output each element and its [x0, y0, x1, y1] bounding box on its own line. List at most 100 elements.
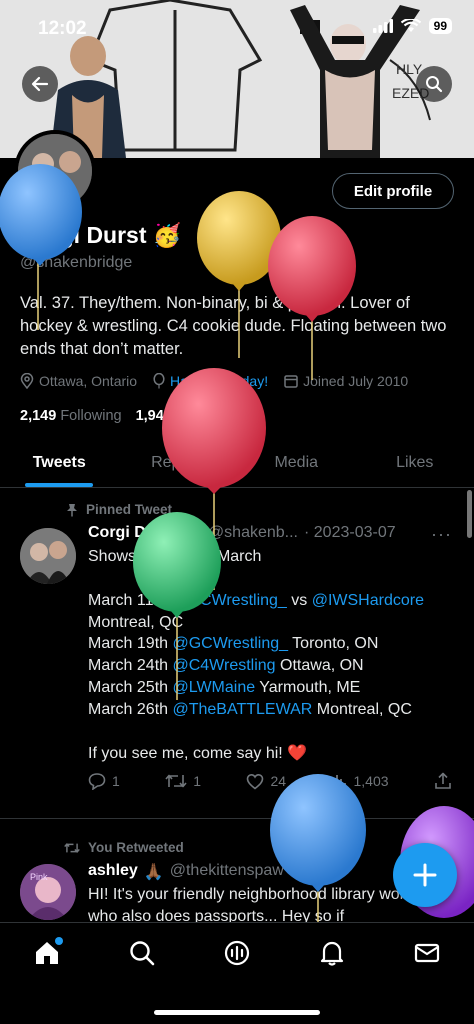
spaces-icon — [224, 940, 250, 966]
date-text: March 11th — [88, 591, 172, 609]
location-text: Ottawa, Ontario — [39, 373, 138, 389]
bell-icon — [320, 941, 343, 966]
tweet2-header: ashley 🙏🏾 @thekittenspaw · 5h — [88, 862, 317, 882]
tweet-date: · 2023-03-07 — [304, 524, 396, 541]
tweet2-author-name[interactable]: ashley — [88, 862, 138, 882]
home-notification-dot — [55, 937, 64, 945]
tab-tweets[interactable]: Tweets — [0, 438, 119, 487]
scrollbar[interactable] — [467, 490, 472, 538]
followers-count: 1,948 — [135, 408, 172, 424]
followers-link[interactable]: 1,948 Followers — [136, 408, 238, 424]
following-link[interactable]: 2,149 Following — [20, 408, 122, 424]
profile-name-text: Corgi Durst — [20, 222, 147, 248]
search-icon — [426, 76, 443, 93]
tweet-actions: 1 1 24 1,403 — [88, 772, 452, 790]
tweet2-author-emoji: 🙏🏾 — [143, 864, 164, 881]
date-text: March 25th — [88, 678, 173, 696]
tweet-line-row: March 26th @TheBATTLEWAR Montreal, QC — [88, 699, 458, 721]
search-button[interactable] — [416, 66, 452, 102]
compose-tweet-button[interactable] — [393, 843, 457, 907]
tweet-closing: If you see me, come say hi! ❤️ — [88, 744, 308, 762]
retweeted-text: You Retweeted — [88, 840, 184, 855]
place-text: Ottawa, ON — [275, 657, 364, 675]
views-count: 1,403 — [353, 773, 389, 789]
tweet2-time: · 5h — [289, 862, 318, 879]
retweet-icon — [64, 842, 80, 853]
nav-notifications[interactable] — [312, 939, 352, 979]
date-text: March 24th — [88, 657, 173, 675]
like-count: 24 — [270, 773, 287, 789]
tweet2-author-handle[interactable]: @thekittenspaw — [170, 862, 284, 882]
profile-handle: @shakenbridge — [20, 254, 133, 271]
tweet-avatar-photo — [20, 528, 76, 584]
pinned-text: Pinned Tweet — [86, 502, 173, 517]
share-button[interactable] — [434, 772, 452, 790]
like-icon — [247, 773, 264, 790]
followers-label: Followers — [175, 408, 238, 424]
like-button[interactable]: 24 — [246, 772, 286, 790]
tweet-body[interactable]: Shows I’ll be at in March March 11th @GC… — [88, 546, 458, 764]
search-icon — [130, 941, 155, 966]
place-text: Yarmouth, ME — [255, 678, 361, 696]
tweet-author-name[interactable]: Corgi Durst — [88, 524, 176, 544]
nav-search[interactable] — [122, 939, 162, 979]
place-text: Montreal, QC — [88, 613, 184, 631]
status-icons: 99 — [372, 18, 452, 34]
back-button[interactable] — [22, 66, 58, 102]
mention-link[interactable]: @IWSHardcore — [312, 592, 424, 609]
nav-home[interactable] — [27, 937, 67, 979]
reply-button[interactable]: 1 — [88, 772, 120, 790]
birthday: Happy birthday! — [153, 373, 268, 389]
joined-text: Joined July 2010 — [303, 373, 409, 389]
more-icon[interactable]: ··· — [431, 524, 452, 545]
reply-count: 1 — [112, 773, 120, 789]
place-text: Montreal, QC — [312, 700, 412, 718]
party-emoji: 🥳 — [152, 222, 182, 248]
svg-text:Pink: Pink — [30, 872, 48, 882]
profile-tabs: Tweets Replies Media Likes — [0, 438, 474, 488]
tab-media[interactable]: Media — [237, 438, 356, 487]
tweet-author-emoji: 🥳 — [182, 526, 202, 543]
retweet-button[interactable]: 1 — [165, 772, 201, 790]
mention-link[interactable]: @TheBATTLEWAR — [172, 701, 312, 718]
nav-messages[interactable] — [407, 939, 447, 979]
tweet-line-row: March 25th @LWMaine Yarmouth, ME — [88, 677, 458, 699]
mention-link[interactable]: @GCWrestling_ — [171, 592, 287, 609]
tweet-divider — [0, 818, 474, 819]
tweet2-avatar[interactable]: Pink — [20, 864, 76, 920]
profile-avatar[interactable] — [14, 130, 96, 212]
status-bar: 12:02 99 — [0, 0, 474, 56]
follow-stats: 2,149 Following 1,948 Followers — [20, 408, 238, 424]
status-time: 12:02 — [38, 18, 87, 39]
mention-link[interactable]: @LWMaine — [172, 679, 255, 696]
date-text: March 26th — [88, 700, 173, 718]
edit-profile-button[interactable]: Edit profile — [332, 173, 454, 209]
mail-icon — [414, 943, 439, 963]
pin-icon — [67, 503, 77, 516]
battery-indicator: 99 — [428, 18, 452, 34]
retweet-count: 1 — [193, 773, 202, 789]
nav-spaces[interactable] — [217, 939, 257, 979]
views-icon — [332, 775, 347, 788]
profile-name: Corgi Durst 🥳 — [20, 222, 182, 249]
views-button[interactable]: 1,403 — [331, 772, 389, 790]
mention-link[interactable]: @GCWrestling_ — [172, 635, 288, 652]
following-count: 2,149 — [20, 408, 57, 424]
tweet-avatar[interactable] — [20, 528, 76, 584]
birthday-text[interactable]: Happy birthday! — [170, 373, 268, 389]
tab-likes[interactable]: Likes — [356, 438, 474, 487]
tweet-author-handle[interactable]: @shakenb... — [208, 524, 298, 544]
tweet-line-row: March 11th @GCWrestling_ vs @IWSHardcore… — [88, 590, 458, 634]
joined: Joined July 2010 — [284, 373, 408, 389]
avatar-photo — [18, 134, 92, 208]
following-label: Following — [60, 408, 122, 424]
location: Ottawa, Ontario — [20, 373, 137, 389]
tweet-line-row: March 24th @C4Wrestling Ottawa, ON — [88, 655, 458, 677]
mention-link[interactable]: @C4Wrestling — [172, 657, 275, 674]
profile-bio: Val. 37. They/them. Non-binary, bi & pol… — [20, 294, 447, 358]
back-arrow-icon — [31, 76, 49, 92]
wifi-icon — [400, 19, 421, 32]
tab-replies[interactable]: Replies — [119, 438, 238, 487]
plus-icon — [413, 863, 437, 887]
profile-meta: Ottawa, Ontario Happy birthday! Joined J… — [20, 373, 408, 389]
